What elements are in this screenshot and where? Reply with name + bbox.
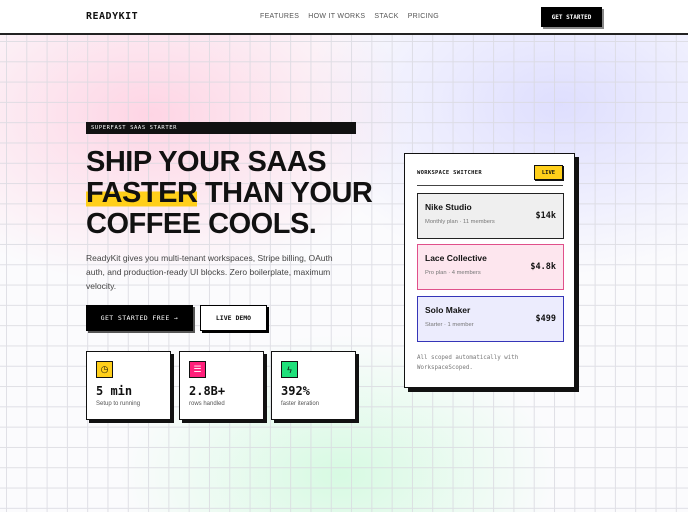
stat-label: Setup to running xyxy=(96,401,141,407)
title-line-1: SHIP YOUR SAAS xyxy=(86,146,327,178)
stat-label: rows handled xyxy=(189,401,225,407)
get-started-free-button[interactable]: GET STARTED FREE → xyxy=(86,305,193,331)
workspace-price: $499 xyxy=(535,314,556,324)
top-nav: READYKIT FEATURES HOW IT WORKS STACK PRI… xyxy=(0,0,688,35)
title-highlight: FASTER xyxy=(86,177,198,209)
workspace-switcher-panel: WORKSPACE SWITCHER LIVE Nike Studio Mont… xyxy=(404,153,575,388)
panel-footer-note: All scoped automatically with WorkspaceS… xyxy=(417,355,519,371)
nav-features[interactable]: FEATURES xyxy=(260,13,299,20)
workspace-item-solo-maker[interactable]: Solo Maker Starter · 1 member $499 xyxy=(417,296,564,342)
panel-title: WORKSPACE SWITCHER xyxy=(417,170,483,176)
divider xyxy=(417,185,563,186)
bolt-icon: ϟ xyxy=(281,361,298,378)
header-get-started-button[interactable]: GET STARTED xyxy=(541,7,602,27)
live-badge: LIVE xyxy=(534,165,563,180)
workspace-item-lace-collective[interactable]: Lace Collective Pro plan · 4 members $4.… xyxy=(417,244,564,290)
nav-how-it-works[interactable]: HOW IT WORKS xyxy=(308,13,365,20)
title-line-3: COFFEE COOLS. xyxy=(86,208,317,240)
stat-card-rows: ☰ 2.8B+ rows handled xyxy=(179,351,264,420)
nav-pricing[interactable]: PRICING xyxy=(408,13,439,20)
stat-card-iteration: ϟ 392% faster iteration xyxy=(271,351,356,420)
stat-value: 5 min xyxy=(96,384,133,398)
stat-label: faster iteration xyxy=(281,401,320,407)
nav-links: FEATURES HOW IT WORKS STACK PRICING xyxy=(260,13,439,20)
hero-badge: SUPERFAST SAAS STARTER xyxy=(86,122,356,134)
clock-icon: ◷ xyxy=(96,361,113,378)
workspace-price: $14k xyxy=(535,211,556,221)
stat-value: 392% xyxy=(281,384,310,398)
title-line-2: THAN YOUR xyxy=(197,177,373,209)
logo[interactable]: READYKIT xyxy=(86,11,138,22)
hero-description: ReadyKit gives you multi-tenant workspac… xyxy=(86,253,333,291)
stat-value: 2.8B+ xyxy=(189,384,226,398)
workspace-price: $4.8k xyxy=(530,262,556,272)
workspace-item-nike-studio[interactable]: Nike Studio Monthly plan · 11 members $1… xyxy=(417,193,564,239)
database-icon: ☰ xyxy=(189,361,206,378)
stat-card-setup: ◷ 5 min Setup to running xyxy=(86,351,171,420)
hero-title: SHIP YOUR SAAS FASTER THAN YOUR COFFEE C… xyxy=(86,146,373,240)
nav-stack[interactable]: STACK xyxy=(374,13,398,20)
live-demo-button[interactable]: LIVE DEMO xyxy=(200,305,267,331)
